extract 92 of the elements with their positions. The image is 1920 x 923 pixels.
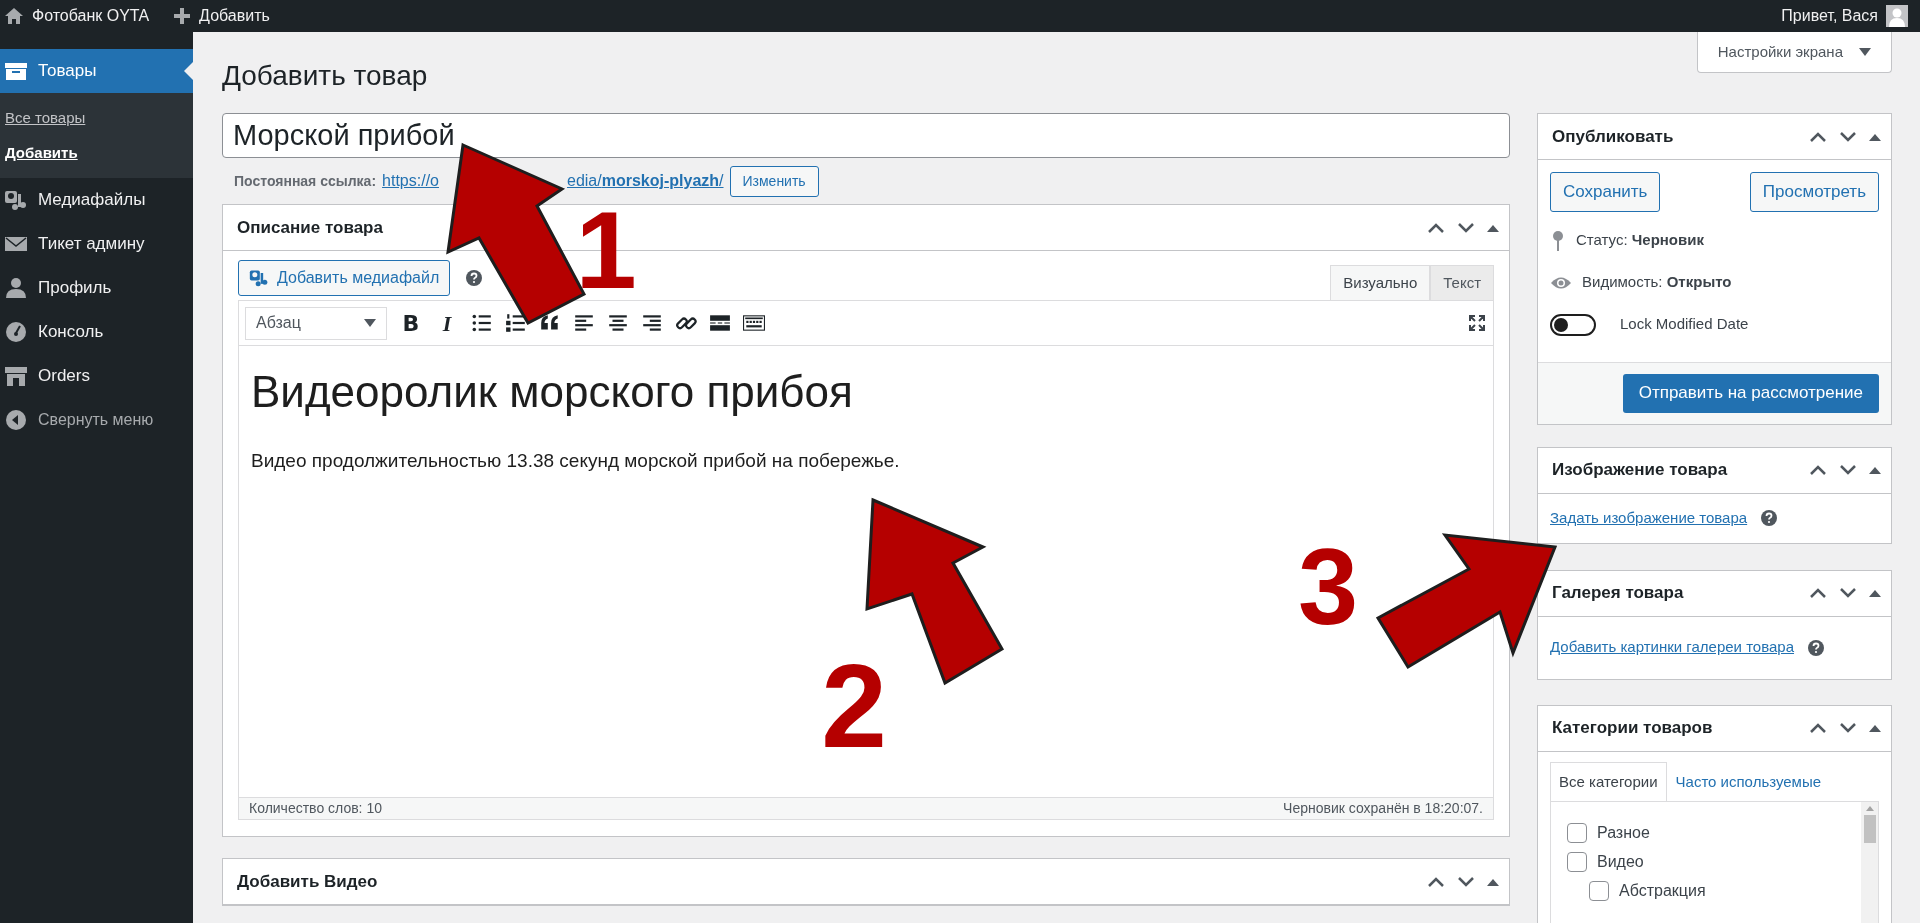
permalink-label: Постоянная ссылка: <box>234 171 377 191</box>
sidebar-item[interactable]: Консоль <box>0 310 193 354</box>
toggle-label: Lock Modified Date <box>1620 314 1749 335</box>
submenu-item[interactable]: Все товары <box>0 101 193 136</box>
add-media-button[interactable]: Добавить медиафайл <box>238 260 451 296</box>
bullet-list-icon[interactable] <box>471 312 493 334</box>
align-left-icon[interactable] <box>573 312 595 334</box>
help-icon <box>1808 639 1825 656</box>
fullscreen-icon[interactable] <box>1467 313 1487 333</box>
screen-options-button[interactable]: Настройки экрана <box>1696 32 1892 73</box>
box-title: Опубликовать <box>1552 125 1675 148</box>
annotation-number: 3 <box>1297 526 1359 647</box>
gauge-icon <box>4 320 28 344</box>
add-new-link[interactable]: Добавить <box>199 4 270 28</box>
help-icon <box>466 270 483 286</box>
chevron-down-icon[interactable] <box>1839 464 1857 476</box>
chevron-up-icon[interactable] <box>1809 130 1827 143</box>
home-icon <box>4 6 24 26</box>
site-name-link[interactable]: Фотобанк OYTA <box>32 4 150 28</box>
editor-tab[interactable]: Визуально <box>1330 264 1431 300</box>
chevron-up-icon[interactable] <box>1427 221 1445 234</box>
collapse-icon <box>4 408 28 432</box>
submit-for-review-button[interactable]: Отправить на рассмотрение <box>1622 373 1879 413</box>
triangle-up-icon[interactable] <box>1869 465 1881 475</box>
page-title: Добавить товар <box>222 59 428 93</box>
sidebar-item[interactable]: Медиафайлы <box>0 178 193 222</box>
italic-button[interactable]: I <box>435 311 459 335</box>
caret-icon <box>1859 47 1871 57</box>
greeting-link[interactable]: Привет, Вася <box>1781 4 1878 28</box>
store-icon <box>4 364 28 388</box>
sidebar-item[interactable]: Профиль <box>0 266 193 310</box>
pin-icon <box>1550 229 1566 252</box>
checkbox[interactable] <box>1589 880 1609 901</box>
numbered-list-icon[interactable] <box>505 312 527 334</box>
edit-button[interactable]: Изменить <box>729 165 819 197</box>
caret-icon <box>364 319 376 327</box>
sidebar-item[interactable]: Товары <box>0 49 193 93</box>
align-right-icon[interactable] <box>641 312 663 334</box>
preview-button[interactable]: Просмотреть <box>1749 172 1879 212</box>
submenu-item[interactable]: Добавить <box>0 135 193 170</box>
editor-tab[interactable]: Текст <box>1430 264 1494 300</box>
box-link[interactable]: Задать изображение товара <box>1550 506 1748 530</box>
checkbox[interactable] <box>1567 851 1587 872</box>
chevron-up-icon[interactable] <box>1809 464 1827 476</box>
chevron-up-icon[interactable] <box>1809 722 1827 734</box>
category-label: Разное <box>1597 822 1650 843</box>
box-title: Описание товара <box>237 216 384 239</box>
sidebar-item[interactable]: Orders <box>0 354 193 398</box>
category-label: Абстракция <box>1619 880 1706 901</box>
chevron-down-icon[interactable] <box>1457 221 1475 234</box>
toggle-switch[interactable] <box>1550 313 1596 336</box>
help-icon <box>1761 510 1778 526</box>
category-label: Видео <box>1597 851 1644 872</box>
box-title: Добавить Видео <box>237 870 379 893</box>
status-text: Статус: Черновик <box>1576 230 1704 251</box>
chevron-up-icon[interactable] <box>1427 875 1445 888</box>
user-icon <box>4 276 28 300</box>
annotation-number: 2 <box>821 640 887 772</box>
read-more-icon[interactable] <box>709 312 731 334</box>
media-icon <box>4 188 28 212</box>
bold-button[interactable]: B <box>399 311 423 335</box>
title-field[interactable]: Морской прибой <box>222 113 1510 158</box>
checkbox[interactable] <box>1567 822 1587 843</box>
category-tab[interactable]: Все категории <box>1550 761 1667 801</box>
chevron-down-icon[interactable] <box>1457 875 1475 888</box>
plus-icon <box>173 7 192 25</box>
content-paragraph: Видео продолжительностью 13.38 секунд морской прибой на побережье. <box>251 448 901 473</box>
media-icon <box>249 268 269 288</box>
keyboard-icon[interactable] <box>743 312 765 334</box>
content-heading: Видеоролик морского прибоя <box>251 366 854 418</box>
permalink-link[interactable]: https://o <box>382 169 439 193</box>
save-draft-button[interactable]: Сохранить <box>1550 172 1661 212</box>
triangle-up-icon[interactable] <box>1869 723 1881 733</box>
chevron-down-icon[interactable] <box>1839 130 1857 143</box>
visibility-text: Видимость: Открыто <box>1582 272 1732 293</box>
word-count: Количество слов: 10 <box>249 799 382 818</box>
autosave-status: Черновик сохранён в 18:20:07. <box>1283 799 1483 818</box>
box-title: Категории товаров <box>1552 717 1714 740</box>
box-title: Изображение товара <box>1552 459 1729 482</box>
chevron-down-icon[interactable] <box>1839 722 1857 734</box>
sidebar-item[interactable]: Свернуть меню <box>0 398 193 442</box>
box-title: Галерея товара <box>1552 582 1685 605</box>
format-select[interactable]: Абзац <box>245 306 387 340</box>
scrollbar-thumb[interactable] <box>1863 815 1876 843</box>
sidebar-item[interactable]: Тикет админу <box>0 222 193 266</box>
category-tab[interactable]: Часто используемые <box>1666 761 1830 801</box>
triangle-up-icon[interactable] <box>1869 588 1881 598</box>
box-link[interactable]: Добавить картинки галереи товара <box>1550 636 1795 659</box>
avatar-icon <box>1886 5 1908 27</box>
align-center-icon[interactable] <box>607 312 629 334</box>
chevron-down-icon[interactable] <box>1839 587 1857 599</box>
chevron-up-icon[interactable] <box>1809 587 1827 599</box>
